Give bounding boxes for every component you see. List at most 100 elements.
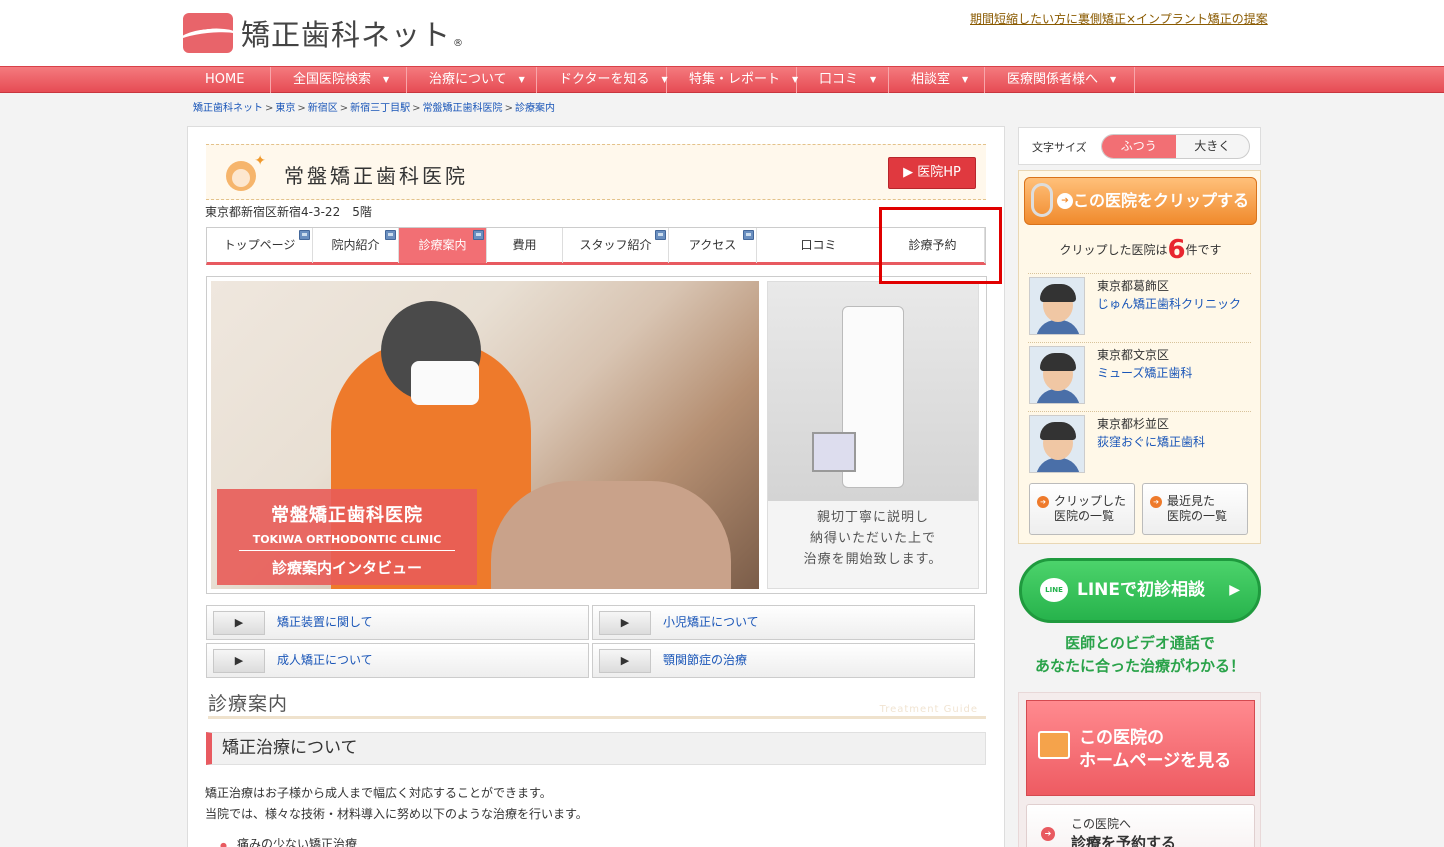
- chevron-down-icon: ▼: [870, 75, 877, 84]
- clinic-tab[interactable]: トップページ: [207, 228, 313, 263]
- link-adult-orthodontics[interactable]: ▶ 成人矯正について: [206, 643, 589, 678]
- clinic-tab[interactable]: 院内紹介: [313, 228, 399, 263]
- play-arrow-icon: ▶: [599, 649, 651, 673]
- breadcrumb-link[interactable]: 常盤矯正歯科医院: [423, 103, 503, 114]
- link-tmj-treatment[interactable]: ▶ 顎関節症の治療: [592, 643, 975, 678]
- arrow-circle-icon: ➔: [1037, 496, 1049, 508]
- clinic-address: 東京都新宿区新宿4-3-22 5階: [205, 205, 372, 219]
- link-label: 小児矯正について: [663, 615, 759, 629]
- nav-item-label: 特集・レポート: [689, 72, 781, 87]
- breadcrumb-link[interactable]: 矯正歯科ネット: [193, 103, 263, 114]
- clinic-tab-label: 費用: [512, 238, 537, 252]
- nav-item-label: ドクターを知る: [559, 72, 650, 87]
- clinic-tab[interactable]: 診療案内: [399, 228, 487, 263]
- subsection-heading: 矯正治療について: [206, 732, 986, 765]
- promo-top-link[interactable]: 期間短縮したい方に裏側矯正×インプラント矯正の提案: [970, 10, 1268, 27]
- line-consult-button[interactable]: LINE LINEで初診相談 ▶: [1019, 558, 1261, 623]
- clipped-clinic-item[interactable]: 東京都文京区 ミューズ矯正歯科: [1028, 342, 1251, 411]
- play-arrow-icon: ▶: [213, 649, 265, 673]
- play-arrow-icon: ▶: [213, 611, 265, 635]
- site-logo[interactable]: 矯正歯科ネット ®: [183, 12, 463, 54]
- doctor-avatar: [1029, 277, 1085, 335]
- clip-clinic-button[interactable]: ➔ この医院をクリップする: [1024, 177, 1257, 225]
- clinic-action-panel: この医院の ホームページを見る ➔ この医院へ 診療を予約する: [1018, 692, 1261, 847]
- button-line: 診療を予約する: [1071, 834, 1177, 847]
- caption-line: 納得いただいた上で: [809, 531, 936, 546]
- font-size-normal-button[interactable]: ふつう: [1102, 135, 1176, 158]
- caption-line: 親切丁寧に説明し: [816, 510, 929, 525]
- nav-item[interactable]: 相談室 ▼: [889, 67, 985, 93]
- arrow-circle-icon: ➔: [1150, 496, 1162, 508]
- clinic-tab-label: 口コミ: [800, 238, 837, 252]
- clinic-hp-button[interactable]: ▶ 医院HP: [888, 157, 976, 189]
- nav-item[interactable]: 全国医院検索 ▼: [271, 67, 407, 93]
- clinic-tab[interactable]: 費用: [487, 228, 563, 263]
- chevron-down-icon: ▼: [383, 75, 390, 84]
- clinic-tab-label: スタッフ紹介: [579, 238, 652, 252]
- interview-label[interactable]: 常盤矯正歯科医院 TOKIWA ORTHODONTIC CLINIC 診療案内イ…: [217, 489, 477, 585]
- recently-viewed-button[interactable]: ➔ 最近見た 医院の一覧: [1142, 483, 1248, 535]
- breadcrumb-link[interactable]: 新宿区: [308, 103, 338, 114]
- clinic-link[interactable]: 荻窪おぐに矯正歯科: [1097, 433, 1205, 450]
- nav-item[interactable]: 治療について ▼: [407, 67, 537, 93]
- breadcrumb-separator: >: [504, 103, 513, 114]
- font-size-large-button[interactable]: 大きく: [1176, 135, 1250, 158]
- hero-caption: 親切丁寧に説明し 納得いただいた上で 治療を開始致します。: [768, 507, 978, 570]
- xray-machine-photo: [768, 282, 978, 501]
- clinic-link[interactable]: じゅん矯正歯科クリニック: [1097, 295, 1241, 312]
- section-title: 診療案内: [208, 693, 289, 715]
- reserve-button[interactable]: ➔ この医院へ 診療を予約する: [1026, 804, 1255, 847]
- nav-item[interactable]: HOME: [183, 67, 271, 93]
- clinic-tab[interactable]: スタッフ紹介: [563, 228, 669, 263]
- font-size-switcher: 文字サイズ ふつう 大きく: [1018, 127, 1261, 165]
- font-size-label: 文字サイズ: [1032, 141, 1087, 154]
- nav-item[interactable]: 口コミ ▼: [797, 67, 889, 93]
- clinic-tab-label: 院内紹介: [331, 238, 380, 252]
- nav-item[interactable]: 特集・レポート ▼: [667, 67, 798, 93]
- nav-item-label: 医療関係者様へ: [1007, 72, 1099, 87]
- chevron-down-icon: ▼: [518, 75, 525, 84]
- clinic-tab[interactable]: アクセス: [669, 228, 757, 263]
- clipped-clinic-item[interactable]: 東京都葛飾区 じゅん矯正歯科クリニック: [1028, 273, 1251, 342]
- clipped-clinic-item[interactable]: 東京都杉並区 荻窪おぐに矯正歯科: [1028, 411, 1251, 480]
- nav-item-label: 口コミ: [819, 72, 859, 87]
- clinic-area: 東京都杉並区: [1097, 417, 1170, 431]
- clip-list-buttons: ➔ クリップした 医院の一覧 ➔ 最近見た 医院の一覧: [1029, 483, 1252, 535]
- button-line: クリップした: [1054, 494, 1127, 508]
- view-homepage-button[interactable]: この医院の ホームページを見る: [1026, 700, 1255, 796]
- nav-item[interactable]: ドクターを知る ▼: [537, 67, 668, 93]
- link-orthodontic-appliances[interactable]: ▶ 矯正装置に関して: [206, 605, 589, 640]
- clipped-list-button[interactable]: ➔ クリップした 医院の一覧: [1029, 483, 1135, 535]
- breadcrumb-separator: >: [412, 103, 421, 114]
- site-header: 矯正歯科ネット ® 期間短縮したい方に裏側矯正×インプラント矯正の提案: [0, 0, 1444, 66]
- clinic-tab[interactable]: 診療予約: [881, 228, 985, 263]
- clinic-tab[interactable]: 口コミ: [757, 228, 881, 263]
- clinic-name: 常盤矯正歯科医院: [284, 164, 468, 188]
- breadcrumb-link[interactable]: 新宿三丁目駅: [350, 103, 410, 114]
- note-line: 医師とのビデオ通話で: [1065, 634, 1215, 652]
- update-badge-icon: [655, 230, 666, 240]
- breadcrumb-link[interactable]: 診療案内: [515, 103, 555, 114]
- logo-text: 矯正歯科ネット: [241, 18, 452, 52]
- nav-item[interactable]: 医療関係者様へ ▼: [985, 67, 1135, 93]
- interview-photo[interactable]: 常盤矯正歯科医院 TOKIWA ORTHODONTIC CLINIC 診療案内イ…: [211, 281, 759, 589]
- main-panel: ✦ 常盤矯正歯科医院 ▶ 医院HP 東京都新宿区新宿4-3-22 5階 トップペ…: [187, 126, 1005, 847]
- clip-count-number: 6: [1167, 235, 1186, 265]
- clinic-header: ✦ 常盤矯正歯科医院 ▶ 医院HP: [206, 144, 986, 200]
- nav-item-label: 全国医院検索: [293, 72, 372, 87]
- update-badge-icon: [473, 230, 484, 240]
- registered-mark: ®: [453, 37, 464, 49]
- nav-item-label: 相談室: [911, 72, 951, 87]
- link-pediatric-orthodontics[interactable]: ▶ 小児矯正について: [592, 605, 975, 640]
- breadcrumb-separator: >: [339, 103, 349, 114]
- clinic-area: 東京都葛飾区: [1097, 279, 1170, 293]
- breadcrumb-link[interactable]: 東京: [275, 103, 295, 114]
- nav-item-label: HOME: [205, 72, 245, 87]
- button-line: 医院の一覧: [1167, 509, 1228, 523]
- mascot-icon: ✦: [220, 151, 266, 195]
- clinic-link[interactable]: ミューズ矯正歯科: [1097, 364, 1192, 381]
- logo-icon: [183, 13, 233, 53]
- section-paragraph: 矯正治療はお子様から成人まで幅広く対応することができます。 当院では、様々な技術…: [205, 783, 588, 825]
- link-label: 顎関節症の治療: [663, 653, 748, 667]
- clip-count-suffix: 件です: [1185, 243, 1222, 257]
